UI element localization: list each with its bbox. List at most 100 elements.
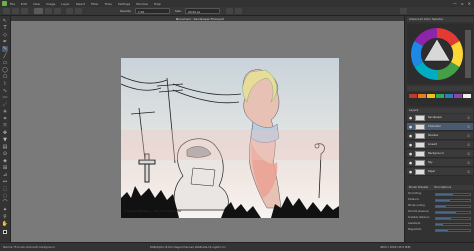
visibility-eye-icon[interactable]: ● <box>409 161 412 165</box>
freehand-path-icon[interactable]: 〰 <box>2 95 8 101</box>
layer-row[interactable]: ● Shadow ⚿ <box>407 132 473 140</box>
polyline-tool-icon[interactable]: ⌇ <box>2 81 8 87</box>
minimize-icon[interactable]: — <box>453 1 457 6</box>
lock-icon[interactable]: ⚿ <box>467 161 470 165</box>
menu-item-filter[interactable]: Filter <box>91 2 98 6</box>
gradient-tool-icon[interactable]: ▤ <box>2 144 8 150</box>
ellipse-tool-icon[interactable]: ◯ <box>2 67 8 73</box>
layer-row[interactable]: ● Lineart ⚿ <box>407 141 473 149</box>
menu-item-tools[interactable]: Tools <box>104 2 111 6</box>
save-document-button[interactable] <box>21 8 28 14</box>
tool-option-slider[interactable] <box>435 210 471 214</box>
visibility-eye-icon[interactable]: ● <box>409 143 412 147</box>
pattern-button[interactable] <box>54 8 61 14</box>
magic-wand-icon[interactable]: ✦ <box>2 207 8 213</box>
erase-mode-button[interactable] <box>66 8 73 14</box>
dynamic-brush-icon[interactable]: ☄ <box>2 102 8 108</box>
gradient-button[interactable] <box>45 8 52 14</box>
text-tool-icon[interactable]: T <box>2 25 8 31</box>
foreground-background-color-icon[interactable] <box>2 229 8 235</box>
preserve-alpha-button[interactable] <box>75 8 82 14</box>
visibility-eye-icon[interactable]: ● <box>409 152 412 156</box>
menu-item-layer[interactable]: Layer <box>61 2 69 6</box>
tool-option-slider[interactable] <box>435 198 471 202</box>
menu-item-help[interactable]: Help <box>154 2 161 6</box>
tab-tool-options[interactable]: Tool Options <box>434 185 451 190</box>
lock-icon[interactable]: ⚿ <box>467 134 470 138</box>
tool-option-slider[interactable] <box>435 204 471 208</box>
layer-row[interactable]: ● Background ⚿ <box>407 150 473 158</box>
tool-option-slider[interactable] <box>435 192 471 196</box>
rect-select-icon[interactable]: ⬚ <box>2 186 8 192</box>
layer-row[interactable]: ● Paper ⚿ <box>407 168 473 176</box>
lock-icon[interactable]: ⚿ <box>467 143 470 147</box>
layer-thumbnail <box>415 133 425 139</box>
multibrush-icon[interactable]: ✳ <box>2 109 8 115</box>
measure-tool-icon[interactable]: ↔ <box>2 179 8 185</box>
size-slider[interactable]: 20.00 px <box>185 8 220 14</box>
mirror-horizontal-button[interactable] <box>226 8 233 14</box>
bezier-tool-icon[interactable]: ∿ <box>2 88 8 94</box>
canvas-artwork[interactable]: © Sabrina Miltenberg — Krita 3.0 Artbook… <box>121 58 339 218</box>
menu-item-file[interactable]: File <box>10 2 15 6</box>
smart-patch-icon[interactable]: ⊞ <box>2 165 8 171</box>
tool-option-label: Smoothing: <box>408 192 422 195</box>
layer-row[interactable]: ● Character ⚿ <box>407 123 473 131</box>
color-palette[interactable] <box>407 92 473 106</box>
tool-option-slider[interactable] <box>435 222 471 226</box>
layer-row[interactable]: ● Sky ⚿ <box>407 159 473 167</box>
menu-item-edit[interactable]: Edit <box>21 2 27 6</box>
fill-tool-icon[interactable]: ▼ <box>2 137 8 143</box>
close-icon[interactable]: ✕ <box>468 1 471 6</box>
line-tool-icon[interactable]: ╱ <box>2 53 8 59</box>
lock-icon[interactable]: ⚿ <box>467 152 470 156</box>
ellipse-select-icon[interactable]: ◌ <box>2 193 8 199</box>
mirror-vertical-button[interactable] <box>235 8 242 14</box>
menu-item-window[interactable]: Window <box>136 2 148 6</box>
tab-brush-presets[interactable]: Brush Presets <box>409 185 428 190</box>
transform-tool-icon[interactable]: ⤧ <box>2 123 8 129</box>
open-document-button[interactable] <box>12 8 19 14</box>
tool-option-slider[interactable] <box>435 228 471 232</box>
new-document-button[interactable] <box>3 8 10 14</box>
crop-tool-icon[interactable]: ⌗ <box>2 116 8 122</box>
workspace-button[interactable] <box>400 8 407 14</box>
close-document-icon[interactable]: × <box>176 17 400 21</box>
freehand-brush-icon[interactable]: ✎ <box>2 46 8 52</box>
zoom-tool-icon[interactable]: ⚲ <box>2 214 8 220</box>
visibility-eye-icon[interactable]: ● <box>409 125 412 129</box>
menu-item-select[interactable]: Select <box>76 2 85 6</box>
polygon-tool-icon[interactable]: ⬠ <box>2 74 8 80</box>
opacity-slider[interactable]: 1.00 <box>135 8 170 14</box>
brush-preset-button[interactable] <box>34 8 43 14</box>
menu-item-image[interactable]: Image <box>46 2 55 6</box>
color-selector[interactable] <box>407 24 473 84</box>
rectangle-tool-icon[interactable]: ▭ <box>2 60 8 66</box>
assistant-tool-icon[interactable]: ⊿ <box>2 172 8 178</box>
color-picker-icon[interactable]: ⊙ <box>2 151 8 157</box>
color-wheel[interactable] <box>407 24 473 84</box>
move-tool-icon[interactable]: ✥ <box>2 130 8 136</box>
lock-icon[interactable]: ⚿ <box>467 125 470 129</box>
layer-row[interactable]: ● Sandpaper ⚿ <box>407 114 473 122</box>
colorize-mask-icon[interactable]: ◈ <box>2 158 8 164</box>
menu-item-settings[interactable]: Settings <box>118 2 130 6</box>
freehand-select-icon[interactable]: ⌒ <box>2 200 8 206</box>
lock-icon[interactable]: ⚿ <box>467 116 470 120</box>
document-tab[interactable]: Unnamed - Sandpaper-Final.psd × <box>11 16 404 21</box>
shade-strip[interactable] <box>465 30 471 78</box>
tool-option-label: Scalable distance: <box>408 216 430 219</box>
menu-item-view[interactable]: View <box>33 2 40 6</box>
visibility-eye-icon[interactable]: ● <box>409 116 412 120</box>
lock-icon[interactable]: ⚿ <box>467 170 470 174</box>
edit-shapes-icon[interactable]: ◇ <box>2 32 8 38</box>
tool-option-slider[interactable] <box>435 216 471 220</box>
select-shapes-icon[interactable]: ↖ <box>2 18 8 24</box>
maximize-icon[interactable]: ▫ <box>461 1 464 6</box>
visibility-eye-icon[interactable]: ● <box>409 134 412 138</box>
calligraphy-icon[interactable]: ✒ <box>2 39 8 45</box>
visibility-eye-icon[interactable]: ● <box>409 170 412 174</box>
pan-tool-icon[interactable]: ✋ <box>2 221 8 227</box>
layer-name: Character <box>428 125 441 128</box>
saturation-triangle[interactable] <box>423 38 451 62</box>
